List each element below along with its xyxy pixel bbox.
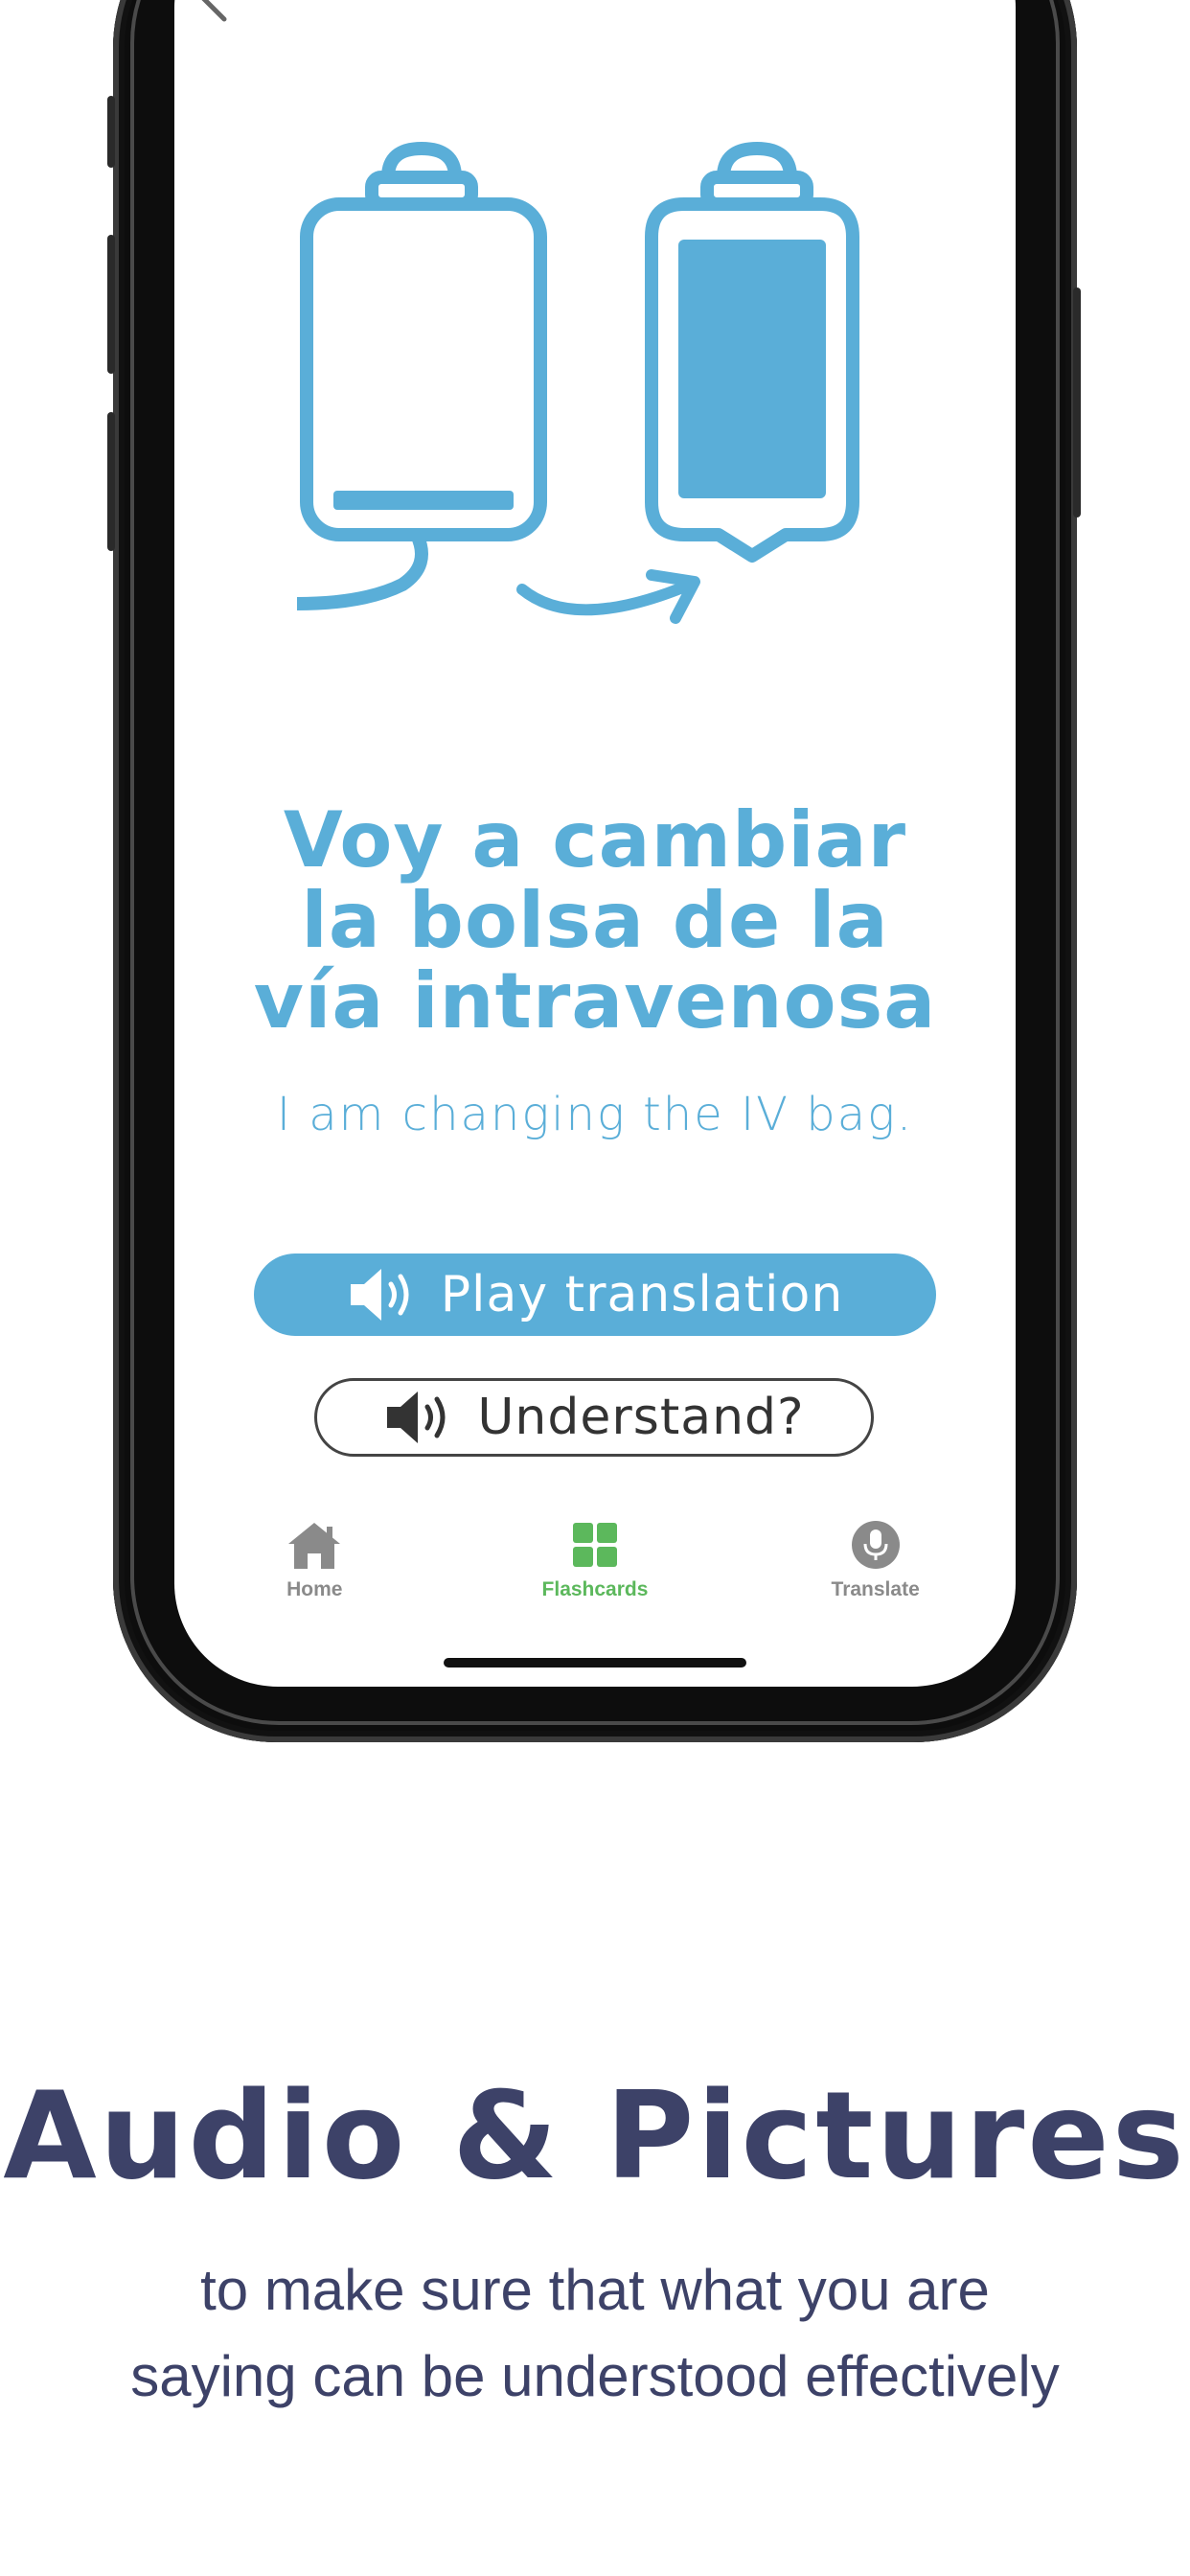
speaker-icon [387, 1392, 446, 1443]
english-translation: I am changing the IV bag. [276, 1088, 914, 1141]
tab-flashcards-label: Flashcards [541, 1578, 649, 1600]
tab-translate-label: Translate [831, 1578, 920, 1600]
tab-bar: Home Flashcards Translate [174, 1519, 1016, 1624]
tab-translate[interactable]: Translate [761, 1519, 991, 1624]
volume-button [107, 412, 115, 551]
promo-subtitle: to make sure that what you are saying ca… [0, 2247, 1190, 2420]
spanish-phrase: Voy a cambiar la bolsa de la vía intrave… [174, 800, 1016, 1042]
volume-button [107, 96, 115, 168]
understand-button[interactable]: Understand? [314, 1378, 874, 1457]
tab-home-label: Home [286, 1578, 343, 1600]
promo-subtitle-line: to make sure that what you are [200, 2258, 990, 2322]
house-icon [288, 1523, 341, 1569]
power-button [1073, 288, 1081, 518]
tab-home[interactable]: Home [199, 1519, 429, 1624]
grid-icon [572, 1523, 617, 1567]
arrow-icon [516, 569, 700, 624]
volume-button [107, 235, 115, 374]
phrase-line: vía intravenosa [253, 956, 937, 1046]
phrase-line: la bolsa de la [301, 876, 889, 965]
home-indicator [444, 1658, 746, 1668]
iv-bag-fluid-full [678, 240, 826, 498]
phrase-line: Voy a cambiar [283, 795, 907, 885]
iv-bag-fluid-low [333, 491, 514, 510]
iv-bag-empty [296, 142, 547, 610]
back-chevron-icon[interactable] [192, 0, 230, 29]
understand-label: Understand? [477, 1389, 805, 1446]
play-translation-label: Play translation [440, 1266, 844, 1323]
tab-flashcards[interactable]: Flashcards [480, 1519, 710, 1624]
speaker-icon [350, 1269, 409, 1321]
play-translation-button[interactable]: Play translation [254, 1254, 936, 1336]
iv-bag-illustration [296, 142, 859, 624]
microphone-icon [851, 1521, 900, 1569]
promo-subtitle-line: saying can be understood effectively [130, 2344, 1060, 2408]
promo-headline: Audio & Pictures [3, 2065, 1187, 2206]
